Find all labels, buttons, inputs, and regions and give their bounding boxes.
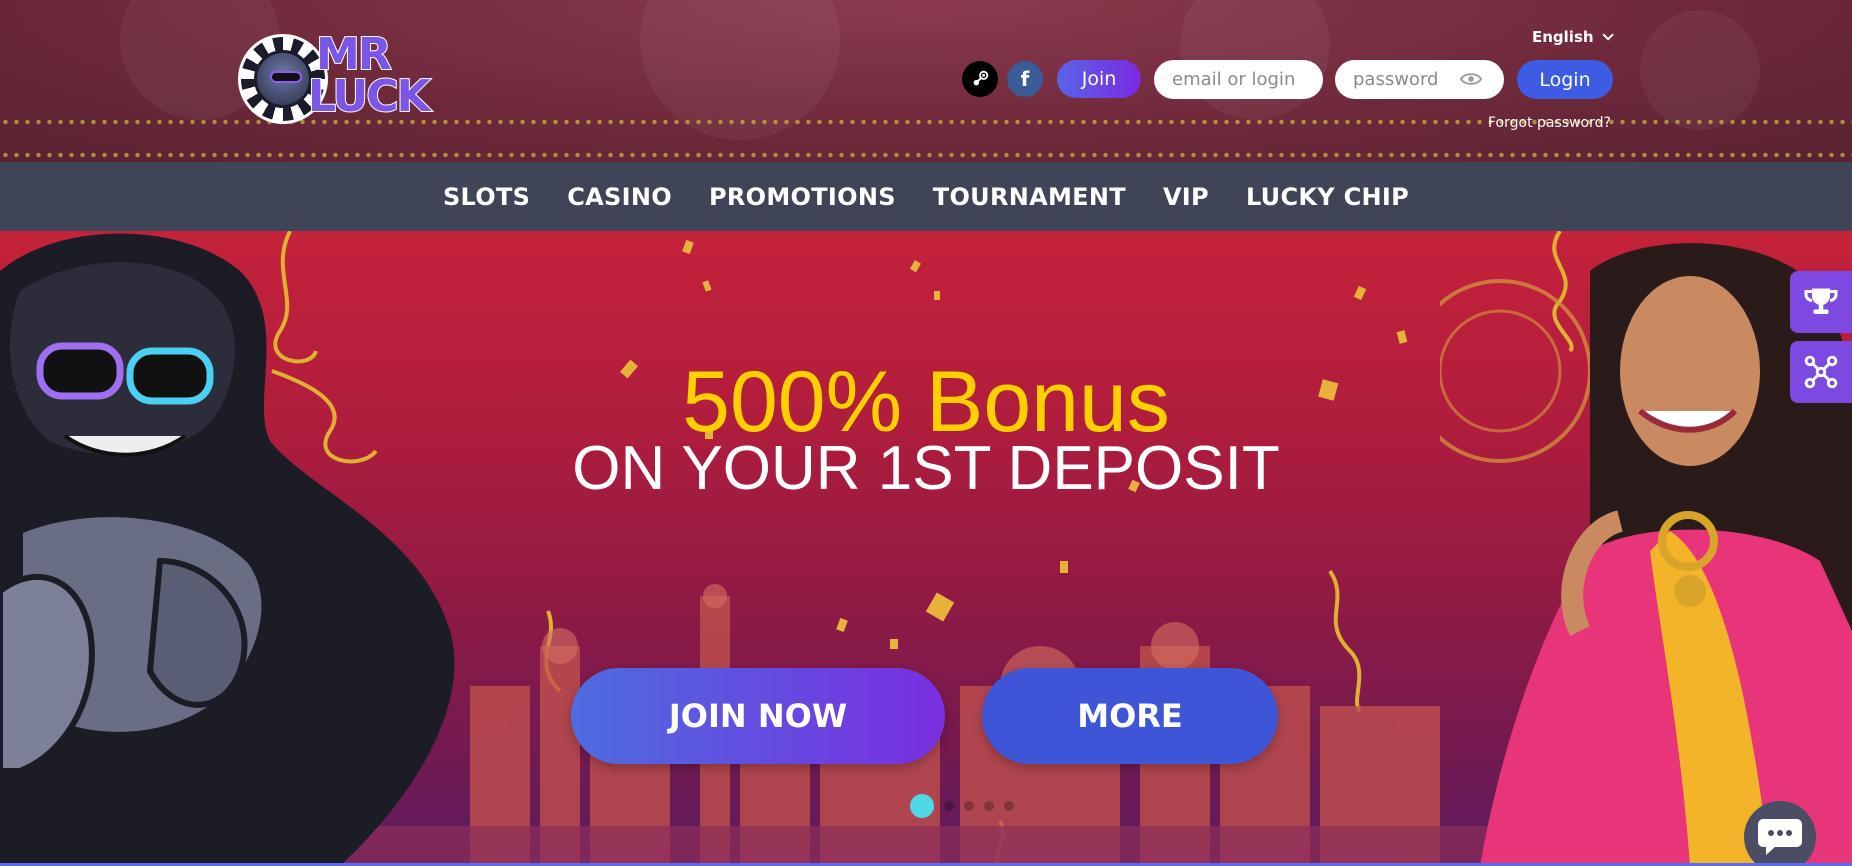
tournament-side-tab[interactable] <box>1790 271 1852 333</box>
show-password-eye-icon[interactable] <box>1460 71 1482 87</box>
logo-wordmark: MR LUCK <box>307 29 432 122</box>
login-button[interactable]: Login <box>1517 60 1613 99</box>
carousel-pagination <box>910 794 1014 818</box>
nav-item-casino[interactable]: CASINO <box>567 183 672 211</box>
trophy-icon <box>1804 288 1838 314</box>
join-now-button[interactable]: JOIN NOW <box>571 668 945 764</box>
nav-item-tournament[interactable]: TOURNAMENT <box>933 183 1126 211</box>
carousel-dot-1[interactable] <box>910 794 934 818</box>
carousel-dot-4[interactable] <box>984 801 994 811</box>
carousel-dot-2[interactable] <box>944 801 954 811</box>
gorilla-mascot-illustration <box>0 233 455 866</box>
network-icon <box>1804 355 1838 389</box>
carousel-dot-3[interactable] <box>964 801 974 811</box>
more-button[interactable]: MORE <box>982 668 1278 764</box>
language-selector[interactable]: English <box>1532 28 1614 46</box>
carousel-dot-5[interactable] <box>1004 801 1014 811</box>
join-button[interactable]: Join <box>1057 60 1141 98</box>
site-header: MR LUCK English f Join Login Forgot pass… <box>0 0 1852 162</box>
nav-item-promotions[interactable]: PROMOTIONS <box>709 183 896 211</box>
hero-subline: ON YOUR 1ST DEPOSIT <box>572 434 1280 503</box>
forgot-password-link[interactable]: Forgot password? <box>1488 115 1611 131</box>
site-logo[interactable]: MR LUCK <box>238 29 478 128</box>
decorative-dots <box>0 152 1852 158</box>
main-nav: SLOTS CASINO PROMOTIONS TOURNAMENT VIP L… <box>0 162 1852 231</box>
live-chat-button[interactable] <box>1744 801 1816 866</box>
nav-item-slots[interactable]: SLOTS <box>443 183 530 211</box>
nav-item-vip[interactable]: VIP <box>1163 183 1209 211</box>
nav-item-lucky-chip[interactable]: LUCKY CHIP <box>1246 183 1409 211</box>
language-label: English <box>1532 28 1594 46</box>
facebook-login-button[interactable]: f <box>1007 61 1043 97</box>
steam-icon <box>973 70 989 86</box>
hero-headline: 500% Bonus <box>682 354 1170 450</box>
background-bokeh <box>1640 10 1760 130</box>
email-login-input[interactable] <box>1154 60 1323 99</box>
hero-banner: 500% Bonus ON YOUR 1ST DEPOSIT JOIN NOW … <box>0 231 1852 866</box>
chat-icon <box>1758 819 1802 855</box>
steam-login-button[interactable] <box>962 61 998 97</box>
chevron-down-icon <box>1602 29 1614 41</box>
facebook-icon: f <box>1020 67 1030 91</box>
affiliate-side-tab[interactable] <box>1790 341 1852 403</box>
